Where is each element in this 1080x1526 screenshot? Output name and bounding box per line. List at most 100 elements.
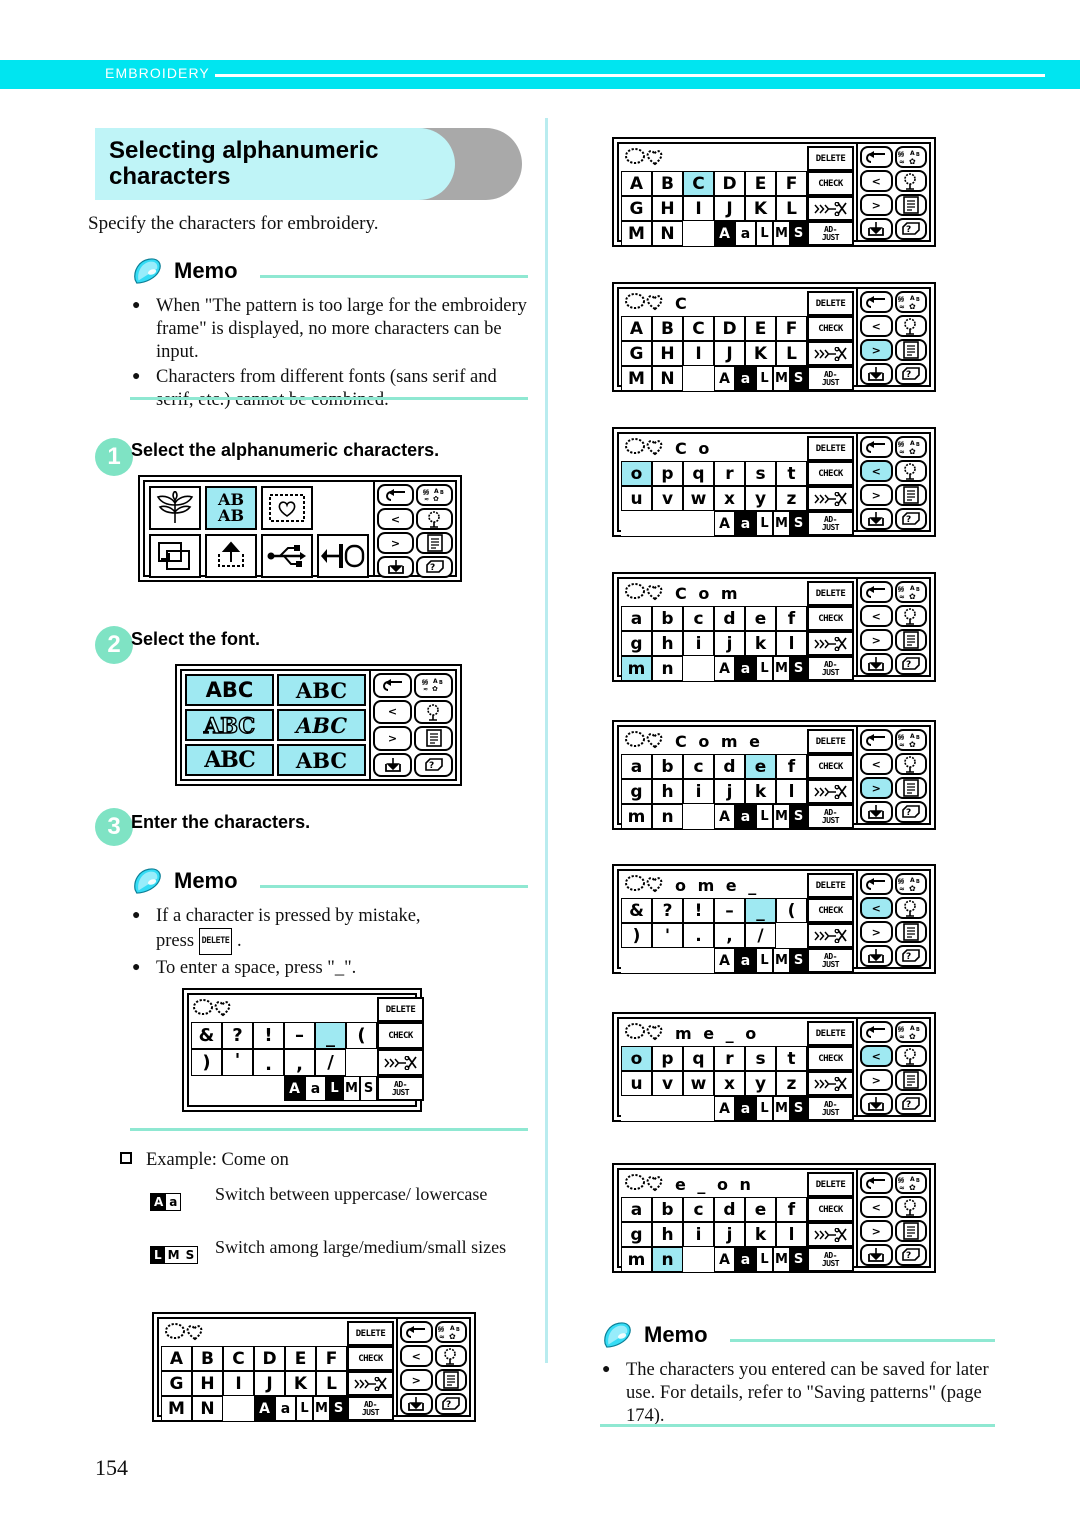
thread-icon[interactable]: §§ A B ≈ ✿ bbox=[434, 1321, 467, 1343]
key-u[interactable]: u bbox=[621, 486, 652, 511]
list-icon[interactable] bbox=[894, 194, 927, 216]
size-small-toggle[interactable]: S bbox=[360, 1076, 377, 1101]
adjust-button[interactable]: AD- JUST bbox=[807, 948, 854, 973]
adjust-button[interactable]: AD- JUST bbox=[807, 511, 854, 536]
key-I[interactable]: I bbox=[683, 196, 714, 221]
list-icon[interactable] bbox=[414, 726, 453, 751]
next-button[interactable]: > bbox=[860, 629, 893, 651]
category-menu-screen[interactable]: AB AB §§ A B ≈ ✿ < > ? bbox=[138, 475, 462, 582]
size-medium-toggle[interactable]: M bbox=[773, 656, 790, 681]
list-icon[interactable] bbox=[894, 339, 927, 361]
key-apostrophe[interactable]: ' bbox=[222, 1049, 253, 1076]
size-large-toggle[interactable]: L bbox=[756, 1247, 773, 1272]
thread-cut-button[interactable] bbox=[807, 196, 854, 221]
case-upper-toggle[interactable]: A bbox=[714, 511, 735, 536]
delete-button[interactable]: DELETE bbox=[807, 1172, 854, 1197]
case-lower-toggle[interactable]: a bbox=[735, 1247, 756, 1272]
key-G[interactable]: G bbox=[161, 1371, 192, 1396]
key-z[interactable]: z bbox=[776, 1071, 807, 1096]
size-medium-toggle[interactable]: M bbox=[343, 1076, 360, 1101]
key-f[interactable]: f bbox=[776, 1197, 807, 1222]
key-q[interactable]: q bbox=[683, 1046, 714, 1071]
delete-button[interactable]: DELETE bbox=[807, 581, 854, 606]
key-n[interactable]: n bbox=[652, 1247, 683, 1272]
list-icon[interactable] bbox=[434, 1369, 467, 1391]
next-button[interactable]: > bbox=[860, 1069, 893, 1091]
size-large-toggle[interactable]: L bbox=[756, 221, 773, 246]
key-question[interactable]: ? bbox=[222, 1022, 253, 1049]
thread-icon[interactable]: §§ A B ≈ ✿ bbox=[894, 729, 927, 751]
thread-icon[interactable]: §§ A B ≈ ✿ bbox=[894, 146, 927, 168]
thread-cut-button[interactable] bbox=[807, 923, 854, 948]
floral-pattern-icon[interactable] bbox=[149, 486, 201, 530]
back-button[interactable] bbox=[373, 673, 412, 698]
back-button[interactable] bbox=[377, 484, 414, 506]
font-tile-outline[interactable]: ABC bbox=[185, 709, 274, 741]
step-h-lowercase-abcdef-screen[interactable]: e _ o n DELETE a b c d e f CHECK g h i j k l m n Aa L M S AD-… bbox=[612, 1163, 936, 1273]
help-icon[interactable]: ? bbox=[894, 218, 927, 240]
check-button[interactable]: CHECK bbox=[807, 1197, 854, 1222]
font-tile-slab[interactable]: ABC bbox=[277, 744, 366, 776]
key-exclamation[interactable]: ! bbox=[253, 1022, 284, 1049]
back-button[interactable] bbox=[860, 291, 893, 313]
size-small-toggle[interactable]: S bbox=[790, 1247, 807, 1272]
needle-icon[interactable] bbox=[416, 508, 453, 530]
key-m[interactable]: m bbox=[621, 1247, 652, 1272]
key-I[interactable]: I bbox=[223, 1371, 254, 1396]
key-j[interactable]: j bbox=[714, 1222, 745, 1247]
key-b[interactable]: b bbox=[652, 606, 683, 631]
save-button[interactable] bbox=[860, 801, 893, 823]
needle-icon[interactable] bbox=[434, 1345, 467, 1367]
size-large-toggle[interactable]: L bbox=[756, 948, 773, 973]
key-J[interactable]: J bbox=[714, 341, 745, 366]
font-tile-serif-bold[interactable]: ABC bbox=[277, 674, 366, 706]
size-small-toggle[interactable]: S bbox=[790, 366, 807, 391]
thread-icon[interactable]: §§ A B ≈ ✿ bbox=[894, 581, 927, 603]
key-period[interactable]: . bbox=[253, 1049, 284, 1076]
key-hyphen[interactable]: – bbox=[714, 898, 745, 923]
prev-button[interactable]: < bbox=[860, 170, 893, 192]
save-button[interactable] bbox=[860, 218, 893, 240]
list-icon[interactable] bbox=[894, 1069, 927, 1091]
key-D[interactable]: D bbox=[714, 316, 745, 341]
key-k[interactable]: k bbox=[745, 779, 776, 804]
check-button[interactable]: CHECK bbox=[347, 1346, 394, 1371]
key-m[interactable]: m bbox=[621, 804, 652, 829]
size-medium-toggle[interactable]: M bbox=[773, 511, 790, 536]
key-e[interactable]: e bbox=[745, 606, 776, 631]
key-C[interactable]: C bbox=[683, 316, 714, 341]
key-i[interactable]: i bbox=[683, 1222, 714, 1247]
thread-cut-button[interactable] bbox=[807, 631, 854, 656]
size-large-toggle[interactable]: L bbox=[756, 366, 773, 391]
case-lower-toggle[interactable]: a bbox=[735, 221, 756, 246]
key-r[interactable]: r bbox=[714, 1046, 745, 1071]
save-button[interactable] bbox=[860, 653, 893, 675]
thread-cut-button[interactable] bbox=[807, 1071, 854, 1096]
key-J[interactable]: J bbox=[714, 196, 745, 221]
alphanumeric-icon[interactable]: AB AB bbox=[205, 486, 257, 530]
thread-icon[interactable]: §§ A B ≈ ✿ bbox=[894, 436, 927, 458]
key-l[interactable]: l bbox=[776, 631, 807, 656]
key-C[interactable]: C bbox=[683, 171, 714, 196]
key-F[interactable]: F bbox=[316, 1346, 347, 1371]
key-space[interactable]: _ bbox=[315, 1022, 346, 1049]
font-tile-script[interactable]: ABC bbox=[277, 709, 366, 741]
size-medium-toggle[interactable]: M bbox=[773, 221, 790, 246]
key-J[interactable]: J bbox=[254, 1371, 285, 1396]
key-K[interactable]: K bbox=[285, 1371, 316, 1396]
adjust-button[interactable]: AD- JUST bbox=[807, 1247, 854, 1272]
back-button[interactable] bbox=[860, 1172, 893, 1194]
needle-icon[interactable] bbox=[894, 605, 927, 627]
font-tile-sans-bold[interactable]: ABC bbox=[185, 674, 274, 706]
key-M[interactable]: M bbox=[161, 1396, 192, 1421]
back-button[interactable] bbox=[860, 729, 893, 751]
key-e[interactable]: e bbox=[745, 754, 776, 779]
key-w[interactable]: w bbox=[683, 486, 714, 511]
help-icon[interactable]: ? bbox=[434, 1393, 467, 1415]
thread-cut-button[interactable] bbox=[807, 486, 854, 511]
next-button[interactable]: > bbox=[860, 1220, 893, 1242]
size-medium-toggle[interactable]: M bbox=[773, 804, 790, 829]
key-a[interactable]: a bbox=[621, 754, 652, 779]
key-s[interactable]: s bbox=[745, 461, 776, 486]
help-icon[interactable]: ? bbox=[416, 556, 453, 578]
